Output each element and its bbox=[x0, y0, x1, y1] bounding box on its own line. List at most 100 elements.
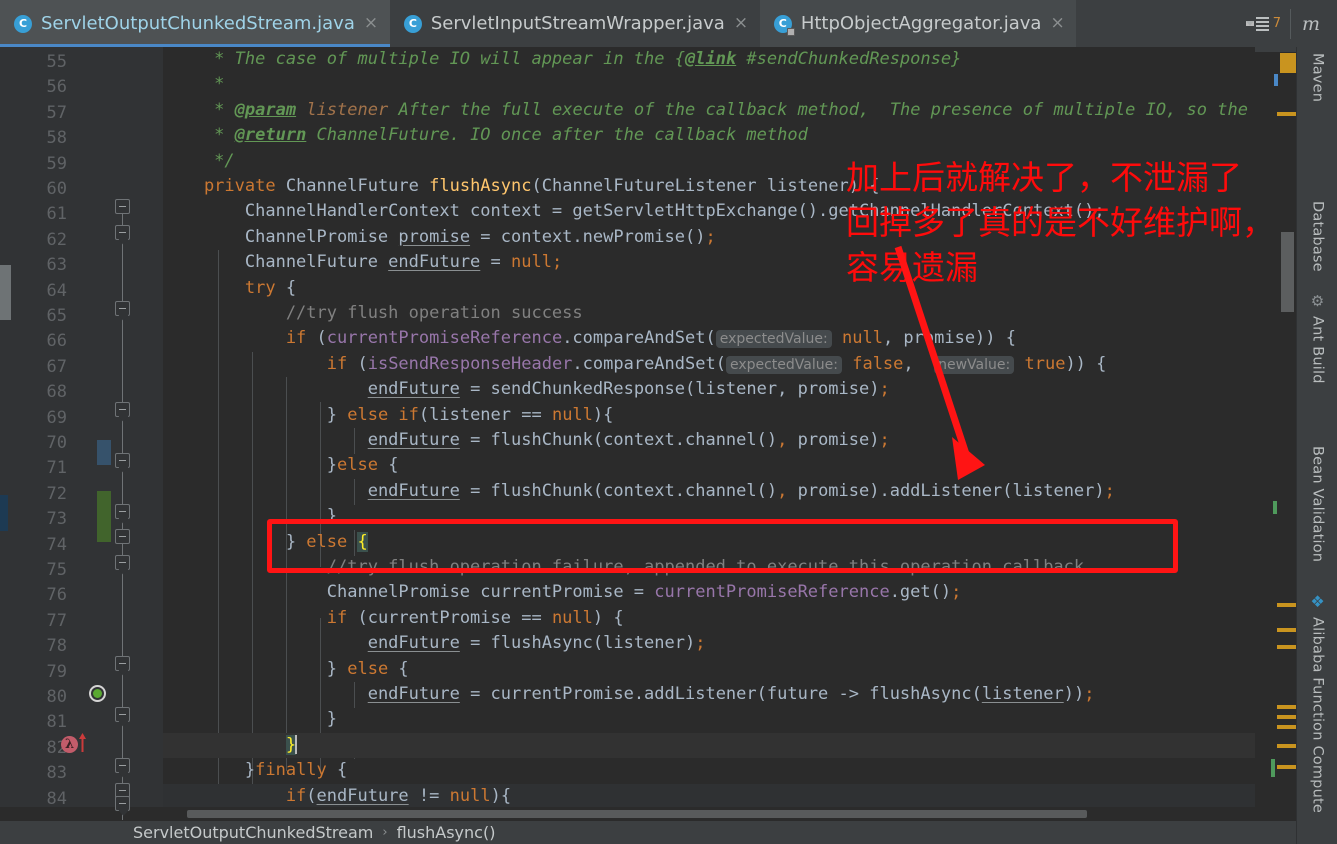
fold-toggle-icon[interactable] bbox=[115, 796, 130, 811]
code-line[interactable]: endFuture = currentPromise.addListener(f… bbox=[163, 682, 1255, 707]
tool-button-maven[interactable]: Maven bbox=[1297, 53, 1337, 102]
vcs-marker-modified[interactable] bbox=[97, 440, 111, 465]
tool-button-alibaba-function-compute[interactable]: ❖ Alibaba Function Compute bbox=[1297, 593, 1337, 813]
error-stripe-warning[interactable] bbox=[1277, 725, 1296, 729]
code-line[interactable]: //try flush operation success bbox=[163, 301, 1255, 326]
line-number: 78 bbox=[46, 636, 67, 657]
code-text-area[interactable]: * The case of multiple IO will appear in… bbox=[163, 47, 1255, 807]
error-stripe-and-scrollbar[interactable] bbox=[1255, 47, 1296, 807]
code-line[interactable]: if(endFuture != null){ bbox=[163, 783, 1255, 807]
tool-button-bean-validation[interactable]: Bean Validation bbox=[1297, 422, 1337, 562]
fold-toggle-icon[interactable] bbox=[115, 402, 130, 417]
line-number: 71 bbox=[46, 458, 67, 479]
code-line[interactable]: ChannelFuture endFuture = null; bbox=[163, 250, 1255, 275]
code-line[interactable]: endFuture = sendChunkedResponse(listener… bbox=[163, 377, 1255, 402]
code-line[interactable]: } bbox=[163, 504, 1255, 529]
code-line[interactable]: * @param listener After the full execute… bbox=[163, 98, 1255, 123]
code-line[interactable]: if (isSendResponseHeader.compareAndSet(e… bbox=[163, 352, 1255, 377]
code-line[interactable]: endFuture = flushChunk(context.channel()… bbox=[163, 428, 1255, 453]
error-stripe-warning[interactable] bbox=[1277, 765, 1296, 769]
editor-tab-servletinputstreamwrapper[interactable]: C ServletInputStreamWrapper.java × bbox=[389, 0, 760, 47]
code-folding-column[interactable] bbox=[111, 47, 135, 820]
code-line[interactable]: * @return ChannelFuture. IO once after t… bbox=[163, 123, 1255, 148]
code-line[interactable]: * The case of multiple IO will appear in… bbox=[163, 47, 1255, 72]
fold-toggle-icon[interactable] bbox=[115, 301, 130, 316]
code-line[interactable]: ChannelHandlerContext context = getServl… bbox=[163, 199, 1255, 224]
code-line[interactable]: } else { bbox=[163, 530, 1255, 555]
code-line[interactable]: try { bbox=[163, 276, 1255, 301]
code-line-current[interactable]: } bbox=[163, 732, 1255, 759]
fold-toggle-icon[interactable] bbox=[115, 758, 130, 773]
error-stripe-info[interactable] bbox=[1274, 74, 1278, 86]
horizontal-scrollbar[interactable] bbox=[163, 807, 1255, 819]
error-stripe-warning[interactable] bbox=[1277, 112, 1296, 116]
lambda-icon[interactable]: λ bbox=[61, 736, 78, 753]
editor-tab-label: HttpObjectAggregator.java bbox=[800, 13, 1042, 34]
code-line[interactable]: ChannelPromise currentPromise = currentP… bbox=[163, 580, 1255, 605]
fold-toggle-icon[interactable] bbox=[115, 707, 130, 722]
editor-tab-httpobjectaggregator[interactable]: C HttpObjectAggregator.java × bbox=[759, 0, 1077, 47]
code-line[interactable]: if (currentPromiseReference.compareAndSe… bbox=[163, 326, 1255, 351]
line-number: 66 bbox=[46, 331, 67, 352]
bean-icon bbox=[1309, 422, 1327, 440]
code-line[interactable]: //try flush operation failure, appended … bbox=[163, 555, 1255, 580]
fold-toggle-icon[interactable] bbox=[115, 199, 130, 214]
code-line[interactable]: }else { bbox=[163, 453, 1255, 478]
code-line[interactable]: endFuture = flushAsync(listener); bbox=[163, 631, 1255, 656]
line-number: 69 bbox=[46, 407, 67, 428]
code-line[interactable]: ChannelPromise promise = context.newProm… bbox=[163, 225, 1255, 250]
tool-button-ant-build[interactable]: ⚙ Ant Build bbox=[1297, 292, 1337, 384]
implementation-arrow-icon[interactable] bbox=[78, 733, 87, 752]
code-line[interactable]: } else if(listener == null){ bbox=[163, 403, 1255, 428]
tool-button-database[interactable]: Database bbox=[1297, 177, 1337, 272]
project-scrollbar-track[interactable] bbox=[0, 47, 11, 807]
code-editor[interactable]: 55 56 57 58 59 60 61 62 63 64 65 66 67 68 69 70 71 72 73 74… bbox=[0, 47, 1296, 844]
recursive-call-icon[interactable] bbox=[89, 685, 106, 702]
line-number: 61 bbox=[46, 204, 67, 225]
error-stripe-warning[interactable] bbox=[1277, 744, 1296, 748]
error-stripe-warning[interactable] bbox=[1277, 705, 1296, 709]
close-icon[interactable]: × bbox=[1050, 15, 1064, 32]
tab-list-button[interactable]: 7 bbox=[1238, 0, 1290, 47]
error-stripe-warning[interactable] bbox=[1280, 53, 1296, 73]
breadcrumb-class[interactable]: ServletOutputChunkedStream bbox=[133, 823, 373, 842]
recursion-dot bbox=[93, 689, 102, 698]
tab-bar-right-controls: 7 m bbox=[1238, 0, 1337, 47]
code-line[interactable]: }finally { bbox=[163, 758, 1255, 783]
error-stripe-ok[interactable] bbox=[1271, 759, 1275, 777]
maven-icon[interactable]: m bbox=[1291, 0, 1331, 47]
scrollbar-thumb[interactable] bbox=[1281, 232, 1294, 312]
fold-toggle-icon[interactable] bbox=[115, 555, 130, 570]
error-stripe-ok[interactable] bbox=[1273, 501, 1277, 514]
breadcrumb-method[interactable]: flushAsync() bbox=[397, 823, 496, 842]
editor-tab-servletoutputchunkedstream[interactable]: C ServletOutputChunkedStream.java × bbox=[0, 0, 390, 47]
fold-toggle-icon[interactable] bbox=[115, 225, 130, 240]
scrollbar-thumb[interactable] bbox=[0, 265, 11, 320]
code-line[interactable]: * bbox=[163, 72, 1255, 97]
error-stripe-warning[interactable] bbox=[1277, 645, 1296, 649]
code-line[interactable]: } bbox=[163, 707, 1255, 732]
database-icon bbox=[1309, 177, 1327, 195]
breadcrumb: ServletOutputChunkedStream › flushAsync(… bbox=[0, 821, 1296, 844]
fold-toggle-icon[interactable] bbox=[115, 453, 130, 468]
code-line[interactable]: } else { bbox=[163, 657, 1255, 682]
fold-toggle-icon[interactable] bbox=[115, 656, 130, 671]
error-stripe-warning[interactable] bbox=[1277, 715, 1296, 719]
editor-gutter[interactable]: 55 56 57 58 59 60 61 62 63 64 65 66 67 68 69 70 71 72 73 74… bbox=[11, 47, 163, 820]
error-stripe-warning[interactable] bbox=[1277, 603, 1296, 607]
code-line[interactable]: if (currentPromise == null) { bbox=[163, 606, 1255, 631]
editor-tabs: C ServletOutputChunkedStream.java × C Se… bbox=[0, 0, 1077, 47]
list-icon bbox=[1255, 16, 1269, 31]
code-line[interactable]: */ bbox=[163, 149, 1255, 174]
line-number: 63 bbox=[46, 255, 67, 276]
code-line[interactable]: endFuture = flushChunk(context.channel()… bbox=[163, 479, 1255, 504]
scrollbar-thumb[interactable] bbox=[187, 810, 1087, 818]
error-stripe-warning[interactable] bbox=[1277, 628, 1296, 632]
close-icon[interactable]: × bbox=[364, 15, 378, 32]
fold-toggle-icon[interactable] bbox=[115, 504, 130, 519]
java-class-icon: C bbox=[14, 14, 32, 33]
vcs-marker-added[interactable] bbox=[97, 491, 111, 542]
fold-toggle-icon[interactable] bbox=[115, 529, 130, 544]
close-icon[interactable]: × bbox=[734, 15, 748, 32]
code-line[interactable]: private ChannelFuture flushAsync(Channel… bbox=[163, 174, 1255, 199]
